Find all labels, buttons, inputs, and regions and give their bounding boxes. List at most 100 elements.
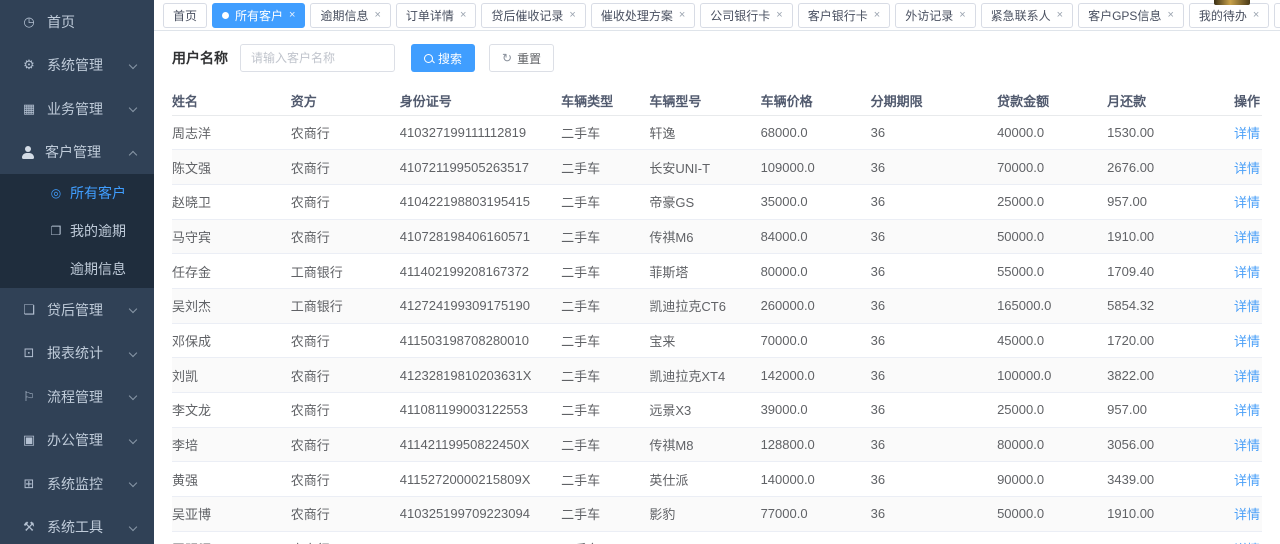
tab[interactable]: 逾期信息 ×	[310, 3, 390, 28]
tab-label: 逾期信息	[320, 7, 368, 24]
table-cell: 农商行	[291, 115, 400, 150]
sidebar-item-customer-mgmt[interactable]: 客户管理	[0, 131, 154, 175]
tab[interactable]: 客户GPS信息 ×	[1078, 3, 1184, 28]
close-icon[interactable]: ×	[776, 10, 782, 21]
table-cell-actions: 详情	[1216, 427, 1262, 462]
sidebar-item-all-customers[interactable]: ◎所有客户	[0, 174, 154, 212]
detail-link[interactable]: 详情	[1234, 507, 1260, 522]
tab[interactable]: 外访记录×	[895, 3, 975, 28]
chevron-down-icon	[129, 479, 137, 487]
table-cell: 70000.0	[761, 323, 871, 358]
close-icon[interactable]: ×	[1057, 10, 1063, 21]
table-cell: 英仕派	[649, 462, 760, 497]
table-cell-actions: 详情	[1216, 358, 1262, 393]
table-cell: 农商行	[291, 427, 400, 462]
close-icon[interactable]: ×	[460, 10, 466, 21]
detail-link[interactable]: 详情	[1234, 473, 1260, 488]
sidebar-item-business-mgmt[interactable]: ▦业务管理	[0, 87, 154, 131]
detail-link[interactable]: 详情	[1234, 403, 1260, 418]
search-button[interactable]: 搜索	[411, 44, 475, 72]
sidebar-item-office-mgmt[interactable]: ▣办公管理	[0, 419, 154, 463]
sidebar-item-system-tools[interactable]: ⚒系统工具	[0, 506, 154, 544]
table-cell: 411503198708280010	[400, 323, 561, 358]
table-cell: 2676.00	[1107, 150, 1216, 185]
sidebar-item-label: 客户管理	[45, 142, 101, 162]
monitor-icon: ⊡	[21, 345, 37, 361]
customer-name-input[interactable]	[240, 44, 395, 72]
tab[interactable]: 我的待办×	[1189, 3, 1269, 28]
close-icon[interactable]: ×	[959, 10, 965, 21]
table-cell: 二手车	[561, 462, 649, 497]
table-cell: 410325199709223094	[400, 497, 561, 532]
sidebar-item-label: 所有客户	[70, 183, 126, 203]
tab-label: 紧急联系人	[991, 7, 1051, 24]
table-cell: 吴亚博	[172, 497, 291, 532]
tab[interactable]: 首页	[163, 3, 207, 28]
sidebar-item-system-monitor[interactable]: ⊞系统监控	[0, 462, 154, 506]
tab[interactable]: 所有客户×	[212, 3, 305, 28]
table-cell: 128800.0	[761, 427, 871, 462]
close-icon[interactable]: ×	[569, 10, 575, 21]
close-icon[interactable]: ×	[679, 10, 685, 21]
table-cell: 3822.00	[1107, 358, 1216, 393]
chevron-down-icon	[129, 348, 137, 356]
table-cell: 二手车	[561, 323, 649, 358]
reset-button[interactable]: ↻ 重置	[489, 44, 554, 72]
close-icon[interactable]: ×	[1167, 10, 1173, 21]
table-cell: 77000.0	[761, 497, 871, 532]
table-cell: 工商银行	[291, 288, 400, 323]
table-row: 周志洋农商行410327199111112819二手车轩逸68000.03640…	[172, 115, 1262, 150]
table-cell: 36	[871, 219, 997, 254]
detail-link[interactable]: 详情	[1234, 161, 1260, 176]
detail-link[interactable]: 详情	[1234, 299, 1260, 314]
table-cell: 36	[871, 115, 997, 150]
table-cell: 刘凯	[172, 358, 291, 393]
sidebar-item-label: 办公管理	[47, 430, 103, 450]
table-cell: 50000.0	[997, 497, 1107, 532]
close-icon[interactable]: ×	[874, 10, 880, 21]
detail-link[interactable]: 详情	[1234, 438, 1260, 453]
grid-icon: ▦	[21, 101, 37, 117]
table-cell: 农商行	[291, 393, 400, 428]
table-cell: 任存金	[172, 254, 291, 289]
table-cell: 影豹	[649, 497, 760, 532]
close-icon[interactable]: ×	[289, 10, 295, 21]
table-cell: 165000.0	[997, 288, 1107, 323]
table-cell: 吴刘杰	[172, 288, 291, 323]
sidebar-item-process-mgmt[interactable]: ⚐流程管理	[0, 375, 154, 419]
sidebar-item-report-stats[interactable]: ⊡报表统计	[0, 332, 154, 376]
tab[interactable]: 我的流程×	[1274, 3, 1280, 28]
sidebar-item-my-overdue[interactable]: ❐我的逾期	[0, 212, 154, 250]
tab[interactable]: 催收处理方案×	[591, 3, 695, 28]
tab-label: 贷后催收记录	[491, 7, 563, 24]
tab[interactable]: 贷后催收记录 ×	[481, 3, 585, 28]
tab[interactable]: 客户银行卡×	[798, 3, 890, 28]
detail-link[interactable]: 详情	[1234, 369, 1260, 384]
table-cell: 3056.00	[1107, 427, 1216, 462]
table-cell: 36	[871, 497, 997, 532]
tab[interactable]: 订单详情×	[396, 3, 476, 28]
table-cell: 36	[871, 184, 997, 219]
active-tab-dot	[222, 12, 229, 19]
sidebar-item-system-mgmt[interactable]: ⚙系统管理	[0, 44, 154, 88]
sidebar-item-overdue-info[interactable]: 逾期信息	[0, 250, 154, 288]
table-cell: 36	[871, 358, 997, 393]
close-icon[interactable]: ×	[1253, 10, 1259, 21]
table-cell: 赵晓卫	[172, 184, 291, 219]
column-header: 操作	[1216, 86, 1262, 115]
close-icon[interactable]: ×	[374, 10, 380, 21]
detail-link[interactable]: 详情	[1234, 265, 1260, 280]
detail-link[interactable]: 详情	[1234, 334, 1260, 349]
chevron-down-icon	[129, 104, 137, 112]
table-cell: 55000.0	[997, 254, 1107, 289]
tab[interactable]: 公司银行卡×	[700, 3, 792, 28]
tab[interactable]: 紧急联系人 ×	[981, 3, 1073, 28]
detail-link[interactable]: 详情	[1234, 195, 1260, 210]
detail-link[interactable]: 详情	[1234, 230, 1260, 245]
sidebar-item-post-loan-mgmt[interactable]: ❏贷后管理	[0, 288, 154, 332]
table-cell: 工商银行	[291, 254, 400, 289]
sidebar-item-home[interactable]: ◷首页	[0, 0, 154, 44]
tab-label: 客户GPS信息	[1088, 7, 1161, 24]
detail-link[interactable]: 详情	[1234, 126, 1260, 141]
table-cell: 260000.0	[761, 288, 871, 323]
